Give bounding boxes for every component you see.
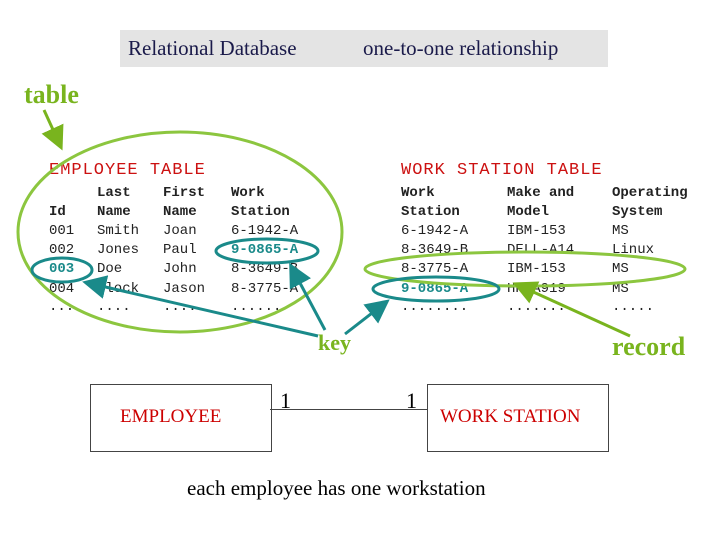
key-ellipse-emp-ws: [214, 237, 320, 265]
record-arrow: [512, 281, 631, 338]
table-arrow: [41, 109, 64, 151]
key-ellipse-ws: [371, 275, 501, 303]
key-arrow-2: [289, 262, 327, 331]
key-ellipse-003: [30, 256, 94, 284]
table-ellipse: [16, 130, 344, 334]
key-arrow-3: [344, 299, 390, 336]
annotations: [16, 109, 687, 338]
record-ellipse: [363, 250, 687, 288]
